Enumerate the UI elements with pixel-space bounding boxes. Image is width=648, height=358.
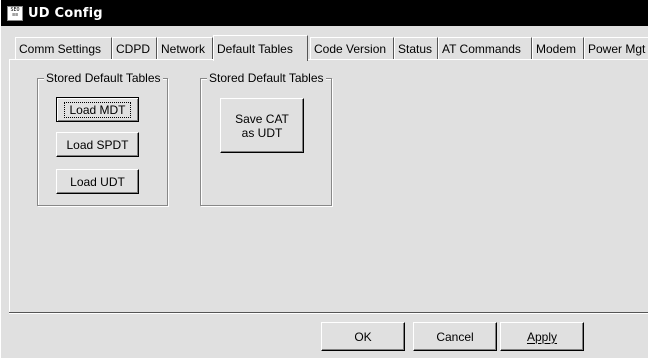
- app-icon: SEO ≡≡: [7, 5, 23, 21]
- tab-strip: Comm Settings CDPD Network Default Table…: [15, 35, 648, 61]
- ok-label: OK: [354, 329, 372, 344]
- ok-button[interactable]: OK: [321, 322, 405, 351]
- tab-label: Code Version: [314, 42, 387, 56]
- tab-label: Network: [161, 42, 206, 56]
- tab-comm-settings[interactable]: Comm Settings: [15, 37, 112, 59]
- tab-network[interactable]: Network: [157, 37, 213, 59]
- apply-label: Apply: [526, 329, 558, 344]
- load-udt-label: Load UDT: [70, 174, 125, 189]
- footer-separator: [9, 312, 648, 314]
- save-cat-label: Save CAT as UDT: [235, 111, 289, 140]
- tab-label: Default Tables: [217, 42, 293, 56]
- group-label: Stored Default Tables: [207, 71, 326, 85]
- tab-code-version[interactable]: Code Version: [310, 37, 394, 59]
- title-bar[interactable]: SEO ≡≡ UD Config: [1, 0, 648, 26]
- tab-power-mgt[interactable]: Power Mgt: [584, 37, 648, 59]
- load-spdt-button[interactable]: Load SPDT: [56, 132, 139, 157]
- tab-default-tables[interactable]: Default Tables: [213, 35, 308, 61]
- cancel-label: Cancel: [436, 329, 474, 344]
- load-udt-button[interactable]: Load UDT: [56, 169, 139, 194]
- tab-status[interactable]: Status: [394, 37, 438, 59]
- load-mdt-label: Load MDT: [64, 101, 131, 118]
- tab-label: Power Mgt: [588, 42, 646, 56]
- window-title: UD Config: [28, 5, 103, 21]
- tab-label: AT Commands: [442, 42, 521, 56]
- group-label: Stored Default Tables: [44, 71, 163, 85]
- tab-at-commands[interactable]: AT Commands: [438, 37, 532, 59]
- ud-config-window: SEO ≡≡ UD Config Comm Settings CDPD Netw…: [0, 0, 648, 358]
- app-icon-glyph-bottom: ≡≡: [11, 12, 19, 18]
- tab-cdpd[interactable]: CDPD: [112, 37, 157, 59]
- apply-button[interactable]: Apply: [500, 322, 584, 351]
- tab-label: CDPD: [116, 42, 151, 56]
- load-mdt-button[interactable]: Load MDT: [56, 97, 139, 122]
- save-cat-as-udt-button[interactable]: Save CAT as UDT: [220, 98, 304, 153]
- load-spdt-label: Load SPDT: [66, 137, 129, 152]
- tab-label: Status: [398, 42, 433, 56]
- tab-label: Comm Settings: [19, 42, 102, 56]
- cancel-button[interactable]: Cancel: [413, 322, 497, 351]
- tab-modem[interactable]: Modem: [532, 37, 584, 59]
- tab-label: Modem: [536, 42, 577, 56]
